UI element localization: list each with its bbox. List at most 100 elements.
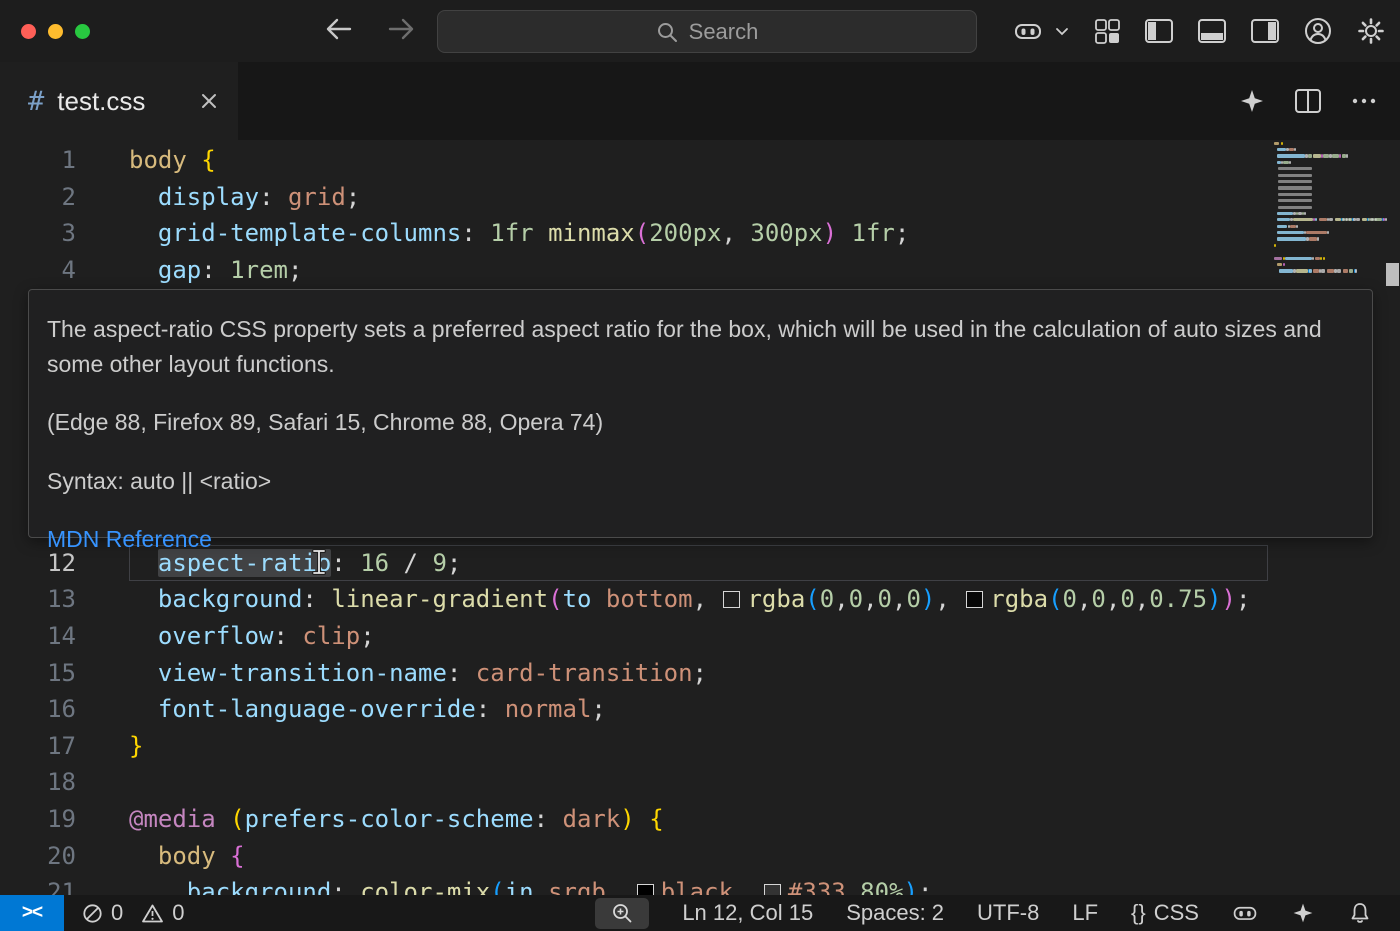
indentation-setting[interactable]: Spaces: 2 (846, 900, 944, 926)
code-line-content[interactable]: @media (prefers-color-scheme: dark) { (129, 801, 1400, 838)
minimize-window-button[interactable] (48, 24, 63, 39)
remote-indicator[interactable]: >< (0, 895, 64, 931)
code-token: 200px (649, 219, 721, 247)
hover-tooltip: The aspect-ratio CSS property sets a pre… (28, 289, 1373, 538)
toggle-primary-sidebar-icon[interactable] (1144, 18, 1174, 44)
code-token: font-language-override (158, 695, 476, 723)
problems-indicator[interactable]: 0 0 (82, 900, 195, 926)
code-token (129, 219, 158, 247)
code-line-content[interactable]: grid-template-columns: 1fr minmax(200px,… (129, 215, 1400, 252)
code-line[interactable]: 19@media (prefers-color-scheme: dark) { (0, 801, 1400, 838)
code-line[interactable]: 20 body { (0, 837, 1400, 874)
code-token: , (863, 585, 877, 613)
account-icon[interactable] (1303, 16, 1333, 46)
minimap[interactable] (1270, 140, 1400, 298)
settings-gear-icon[interactable] (1356, 16, 1386, 46)
code-token: , (892, 585, 906, 613)
search-input[interactable]: Search (437, 10, 977, 53)
toggle-panel-icon[interactable] (1197, 18, 1227, 44)
color-swatch[interactable] (637, 884, 654, 895)
scrollbar-thumb[interactable] (1386, 263, 1399, 286)
code-token: ( (230, 805, 244, 833)
forward-button[interactable] (384, 12, 418, 46)
code-token (129, 659, 158, 687)
split-editor-icon[interactable] (1294, 88, 1322, 114)
code-line[interactable]: 18 (0, 764, 1400, 801)
copilot-icon[interactable] (1013, 16, 1043, 46)
toggle-secondary-sidebar-icon[interactable] (1250, 18, 1280, 44)
code-line-content[interactable]: overflow: clip; (129, 618, 1400, 655)
code-token: 0 (1120, 585, 1134, 613)
more-actions-icon[interactable] (1350, 96, 1378, 106)
code-token (591, 585, 605, 613)
color-swatch[interactable] (764, 884, 781, 895)
code-token: ; (360, 622, 374, 650)
code-token: in (505, 878, 534, 895)
code-line[interactable]: 15 view-transition-name: card-transition… (0, 654, 1400, 691)
code-line[interactable]: 4 gap: 1rem; (0, 252, 1400, 289)
code-token: ; (693, 659, 707, 687)
code-token: 0 (878, 585, 892, 613)
code-line-content[interactable]: } (129, 728, 1400, 765)
code-line-content[interactable]: gap: 1rem; (129, 252, 1400, 289)
code-line[interactable]: 14 overflow: clip; (0, 618, 1400, 655)
code-token: overflow (158, 622, 274, 650)
code-token (846, 878, 860, 895)
close-tab-icon[interactable] (196, 88, 222, 114)
maximize-window-button[interactable] (75, 24, 90, 39)
code-line[interactable]: 16 font-language-override: normal; (0, 691, 1400, 728)
code-line-content[interactable]: view-transition-name: card-transition; (129, 654, 1400, 691)
tab-test-css[interactable]: # test.css (0, 62, 238, 140)
code-line-content[interactable]: background: linear-gradient(to bottom, r… (129, 581, 1400, 618)
code-token: 0.75 (1149, 585, 1207, 613)
code-line[interactable]: 1body { (0, 142, 1400, 179)
code-token: , (834, 585, 848, 613)
code-token (129, 622, 158, 650)
color-swatch[interactable] (723, 591, 740, 608)
code-token (534, 878, 548, 895)
code-token: dark (563, 805, 621, 833)
sparkle-icon[interactable] (1238, 87, 1266, 115)
code-line[interactable]: 13 background: linear-gradient(to bottom… (0, 581, 1400, 618)
code-token: ; (895, 219, 909, 247)
copilot-chevron-down-icon[interactable] (1054, 23, 1070, 39)
code-line-content[interactable]: body { (129, 142, 1400, 179)
code-line-content[interactable]: body { (129, 837, 1400, 874)
notifications-bell-icon[interactable] (1348, 901, 1372, 925)
code-line[interactable]: 17} (0, 728, 1400, 765)
code-line[interactable]: 3 grid-template-columns: 1fr minmax(200p… (0, 215, 1400, 252)
code-token: 1fr (490, 219, 533, 247)
tab-title: test.css (57, 86, 145, 117)
code-token: body (158, 842, 216, 870)
warning-count: 0 (172, 900, 184, 926)
language-mode[interactable]: {} CSS (1131, 900, 1199, 926)
mdn-reference-link[interactable]: MDN Reference (47, 526, 212, 552)
code-line[interactable]: 21 background: color-mix(in srgb, black,… (0, 874, 1400, 895)
line-number: 2 (0, 183, 76, 211)
cursor-position[interactable]: Ln 12, Col 15 (682, 900, 813, 926)
color-swatch[interactable] (966, 591, 983, 608)
eol-setting[interactable]: LF (1072, 900, 1098, 926)
code-token: , (733, 878, 762, 895)
error-icon (82, 903, 103, 924)
customize-layout-icon[interactable] (1093, 17, 1121, 45)
code-token: 80% (860, 878, 903, 895)
encoding-setting[interactable]: UTF-8 (977, 900, 1039, 926)
sparkle-status-icon[interactable] (1291, 901, 1315, 925)
code-line-content[interactable] (129, 764, 1400, 801)
code-line-content[interactable]: display: grid; (129, 179, 1400, 216)
code-token: srgb (548, 878, 606, 895)
code-line-content[interactable]: background: color-mix(in srgb, black, #3… (129, 874, 1400, 895)
code-token: ( (1048, 585, 1062, 613)
zoom-indicator[interactable] (595, 898, 649, 929)
code-line-content[interactable]: font-language-override: normal; (129, 691, 1400, 728)
window-controls (21, 24, 90, 39)
copilot-status-icon[interactable] (1232, 900, 1258, 926)
close-window-button[interactable] (21, 24, 36, 39)
tooltip-syntax: Syntax: auto || <ratio> (47, 464, 1354, 499)
code-editor[interactable]: 1body {2 display: grid;3 grid-template-c… (0, 140, 1400, 895)
tooltip-description: The aspect-ratio CSS property sets a pre… (47, 312, 1354, 381)
code-token: ( (548, 585, 562, 613)
back-button[interactable] (322, 12, 356, 46)
code-line[interactable]: 2 display: grid; (0, 179, 1400, 216)
